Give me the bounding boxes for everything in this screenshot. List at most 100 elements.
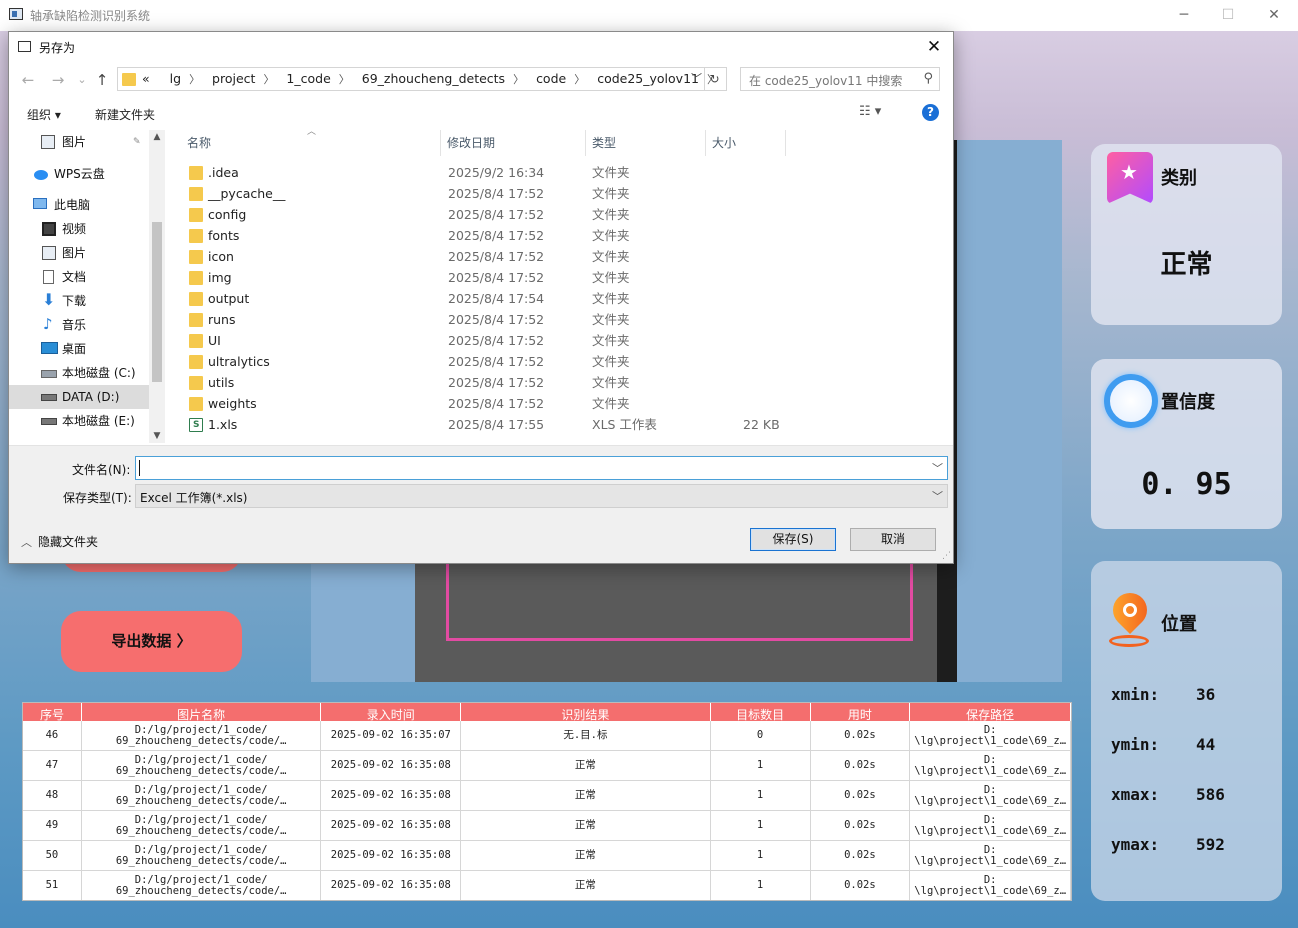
- export-data-button[interactable]: 导出数据 〉: [61, 611, 242, 672]
- nav-item-downloads[interactable]: ⬇ 下载: [9, 289, 149, 313]
- file-row[interactable]: 1.xls2025/8/4 17:55XLS 工作表22 KB: [167, 414, 953, 436]
- maximize-button[interactable]: ☐: [1214, 4, 1242, 26]
- nav-item-documents[interactable]: 文档: [9, 265, 149, 289]
- col-modified[interactable]: 修改日期: [441, 130, 586, 156]
- file-row[interactable]: .idea 2025/9/2 16:34 文件夹: [167, 162, 953, 183]
- nav-item-desktop[interactable]: 桌面: [9, 337, 149, 361]
- confidence-value: 0. 95: [1141, 467, 1232, 502]
- table-row[interactable]: 46 D:/lg/project/1_code/ 69_zhoucheng_de…: [23, 721, 1071, 751]
- dialog-toolbar: 组织 ▾ 新建文件夹 ☷ ▾ ?: [9, 100, 953, 128]
- position-title: 位置: [1161, 614, 1197, 635]
- nav-item-this-pc[interactable]: 此电脑: [9, 193, 149, 217]
- dialog-close-button[interactable]: ✕: [923, 36, 945, 58]
- breadcrumb-overflow[interactable]: «: [142, 71, 150, 86]
- nav-item-music[interactable]: ♪ 音乐: [9, 313, 149, 337]
- class-card: 类别 正常: [1091, 144, 1282, 325]
- file-row[interactable]: ultralytics 2025/8/4 17:52 文件夹: [167, 351, 953, 372]
- file-row[interactable]: __pycache__ 2025/8/4 17:52 文件夹: [167, 183, 953, 204]
- resize-grip-icon[interactable]: ⋰: [942, 551, 951, 561]
- nav-item-wps-cloud[interactable]: WPS云盘: [9, 162, 149, 186]
- forward-button[interactable]: →: [49, 70, 67, 90]
- help-icon[interactable]: ?: [922, 104, 939, 121]
- dialog-icon: [18, 41, 31, 52]
- document-icon: [43, 270, 54, 284]
- file-row[interactable]: weights 2025/8/4 17:52 文件夹: [167, 393, 953, 414]
- filetype-label: 保存类型(T):: [63, 491, 132, 505]
- nav-item-pictures[interactable]: 图片: [9, 241, 149, 265]
- folder-icon: [189, 208, 203, 222]
- nav-item-drive-e[interactable]: 本地磁盘 (E:): [9, 409, 149, 433]
- file-row[interactable]: output 2025/8/4 17:54 文件夹: [167, 288, 953, 309]
- music-icon: ♪: [43, 315, 53, 333]
- folder-icon: [189, 376, 203, 390]
- chevron-down-icon[interactable]: ﹀: [932, 460, 943, 476]
- table-row[interactable]: 48 D:/lg/project/1_code/ 69_zhoucheng_de…: [23, 781, 1071, 811]
- scroll-thumb[interactable]: [152, 222, 162, 382]
- close-button[interactable]: ✕: [1260, 4, 1288, 26]
- search-input[interactable]: 在 code25_yolov11 中搜索: [749, 72, 902, 89]
- chevron-down-icon[interactable]: ﹀: [932, 488, 943, 504]
- up-button[interactable]: ↑: [93, 70, 111, 90]
- folder-icon: [189, 166, 203, 180]
- save-as-dialog: 另存为 ✕ ← → ⌄ ↑ « lg 〉 project 〉 1_code 〉 69_…: [8, 31, 954, 564]
- table-row[interactable]: 49 D:/lg/project/1_code/ 69_zhoucheng_de…: [23, 811, 1071, 841]
- scroll-up-arrow[interactable]: ▲: [152, 132, 162, 142]
- save-button[interactable]: 保存(S): [750, 528, 836, 551]
- search-icon: ⚲: [923, 71, 933, 86]
- breadcrumb-item[interactable]: code25_yolov11: [597, 71, 699, 86]
- table-row[interactable]: 51 D:/lg/project/1_code/ 69_zhoucheng_de…: [23, 871, 1071, 900]
- file-row[interactable]: icon 2025/8/4 17:52 文件夹: [167, 246, 953, 267]
- breadcrumb-item[interactable]: project: [212, 71, 255, 86]
- nav-item-pictures-pinned[interactable]: 图片 ✎: [9, 130, 149, 154]
- recent-locations-button[interactable]: ⌄: [73, 70, 91, 90]
- picture-icon: [42, 246, 56, 260]
- filetype-select[interactable]: Excel 工作簿(*.xls) ﹀: [135, 484, 948, 508]
- cancel-button[interactable]: 取消: [850, 528, 936, 551]
- pin-icon[interactable]: ✎: [133, 130, 141, 154]
- file-row[interactable]: fonts 2025/8/4 17:52 文件夹: [167, 225, 953, 246]
- organize-menu[interactable]: 组织 ▾: [27, 106, 61, 123]
- nav-item-drive-d[interactable]: DATA (D:): [9, 385, 149, 409]
- breadcrumb-item[interactable]: code: [536, 71, 566, 86]
- folder-icon: [189, 397, 203, 411]
- nav-item-videos[interactable]: 视频: [9, 217, 149, 241]
- folder-icon: [189, 229, 203, 243]
- breadcrumb-item[interactable]: 1_code: [286, 71, 330, 86]
- nav-scrollbar[interactable]: ▲ ▼: [149, 130, 165, 443]
- filename-combo[interactable]: ﹀: [135, 456, 948, 480]
- folder-icon: [189, 313, 203, 327]
- back-button[interactable]: ←: [19, 70, 37, 90]
- file-row[interactable]: config 2025/8/4 17:52 文件夹: [167, 204, 953, 225]
- col-size[interactable]: 大小: [706, 130, 786, 156]
- file-row[interactable]: img 2025/8/4 17:52 文件夹: [167, 267, 953, 288]
- breadcrumb-item[interactable]: lg: [170, 71, 181, 86]
- hide-folders-toggle[interactable]: ︿ 隐藏文件夹: [21, 533, 98, 550]
- view-options-icon[interactable]: ☷ ▾: [859, 104, 881, 119]
- ymin-value: 44: [1196, 735, 1216, 754]
- results-table[interactable]: 序号 图片名称 录入时间 识别结果 目标数目 用时 保存路径 46 D:/lg/…: [22, 702, 1072, 901]
- table-row[interactable]: 50 D:/lg/project/1_code/ 69_zhoucheng_de…: [23, 841, 1071, 871]
- minimize-button[interactable]: ─: [1170, 4, 1198, 26]
- nav-item-drive-c[interactable]: 本地磁盘 (C:): [9, 361, 149, 385]
- file-row[interactable]: utils 2025/8/4 17:52 文件夹: [167, 372, 953, 393]
- search-box[interactable]: 在 code25_yolov11 中搜索 ⚲: [740, 67, 940, 91]
- breadcrumb-item[interactable]: 69_zhoucheng_detects: [362, 71, 505, 86]
- chevron-down-icon[interactable]: ﹀: [691, 68, 702, 90]
- address-bar[interactable]: « lg 〉 project 〉 1_code 〉 69_zhoucheng_dete…: [117, 67, 727, 91]
- new-folder-button[interactable]: 新建文件夹: [95, 106, 155, 123]
- ymin-row: ymin: 44: [1111, 735, 1216, 754]
- folder-icon: [189, 355, 203, 369]
- download-icon: ⬇: [42, 290, 56, 309]
- sort-ascending-icon: ︿: [307, 127, 317, 137]
- scroll-down-arrow[interactable]: ▼: [152, 431, 162, 441]
- table-row[interactable]: 47 D:/lg/project/1_code/ 69_zhoucheng_de…: [23, 751, 1071, 781]
- file-row[interactable]: UI 2025/8/4 17:52 文件夹: [167, 330, 953, 351]
- file-row[interactable]: runs 2025/8/4 17:52 文件夹: [167, 309, 953, 330]
- refresh-icon[interactable]: ↻: [704, 68, 724, 90]
- filename-input[interactable]: [138, 459, 928, 477]
- app-icon: [9, 8, 23, 20]
- confidence-title: 置信度: [1161, 392, 1215, 413]
- xmin-value: 36: [1196, 685, 1216, 704]
- folder-icon: [189, 334, 203, 348]
- col-type[interactable]: 类型: [586, 130, 706, 156]
